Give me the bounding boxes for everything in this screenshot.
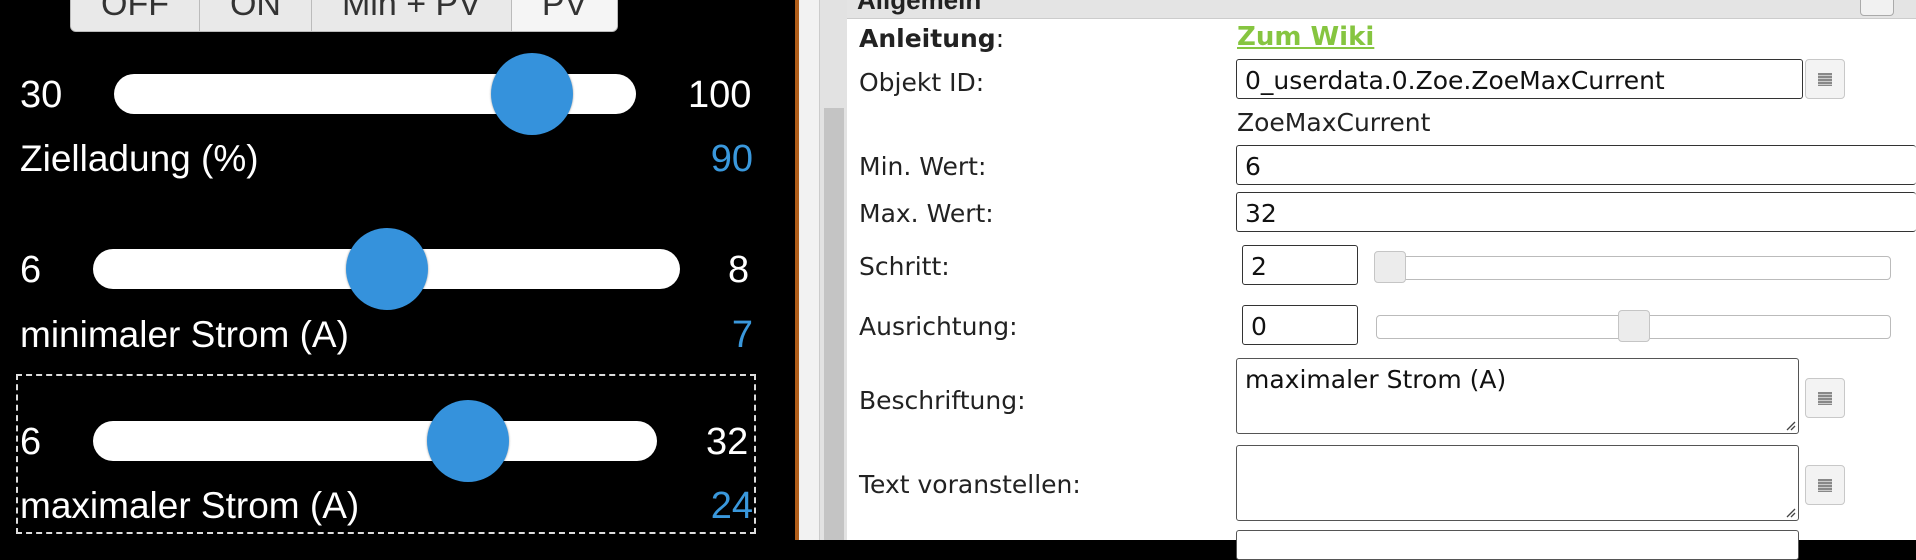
- caption-picker-button[interactable]: [1805, 378, 1845, 418]
- caption-label: Beschriftung:: [859, 386, 1026, 415]
- section-title: Allgemein: [857, 0, 982, 15]
- mode-button-group: OFF ON Min + PV PV: [70, 0, 619, 32]
- anleitung-label: Anleitung: [859, 24, 996, 53]
- next-field-input[interactable]: [1236, 530, 1799, 560]
- mode-button-min-pv[interactable]: Min + PV: [311, 0, 512, 31]
- slider-1-value: 90: [710, 138, 753, 180]
- slider-1-min: 30: [20, 74, 63, 116]
- min-label: Min. Wert:: [859, 152, 987, 181]
- slider-1-label: Zielladung (%): [20, 138, 259, 179]
- max-label: Max. Wert:: [859, 199, 994, 228]
- objekt-id-label: Objekt ID:: [859, 68, 985, 97]
- id-picker-icon: [1818, 73, 1832, 86]
- caption-picker-icon: [1818, 392, 1832, 405]
- id-picker-button[interactable]: [1805, 59, 1845, 99]
- step-input[interactable]: 2: [1242, 245, 1358, 285]
- slider-1-max: 100: [688, 74, 752, 116]
- prepend-picker-button[interactable]: [1805, 465, 1845, 505]
- resize-grip-icon[interactable]: [1784, 419, 1796, 431]
- step-slider-track[interactable]: [1374, 256, 1891, 280]
- caption-textarea[interactable]: maximaler Strom (A): [1236, 358, 1799, 434]
- objekt-id-input[interactable]: 0_userdata.0.Zoe.ZoeMaxCurrent: [1236, 59, 1803, 99]
- orientation-slider-handle[interactable]: [1617, 310, 1650, 342]
- prepend-picker-icon: [1818, 479, 1832, 492]
- orientation-input[interactable]: 0: [1242, 305, 1358, 345]
- wiki-link[interactable]: Zum Wiki: [1237, 22, 1374, 52]
- resize-grip-icon[interactable]: [1784, 506, 1796, 518]
- anleitung-row: Anleitung:: [859, 24, 1004, 53]
- slider-2-min: 6: [20, 249, 42, 291]
- slider-3-thumb[interactable]: [426, 400, 509, 482]
- prepend-label: Text voranstellen:: [859, 470, 1081, 499]
- caption-text: maximaler Strom (A): [1245, 365, 1507, 394]
- widget-preview: OFF ON Min + PV PV 30 100 Zielladung (%)…: [0, 0, 795, 540]
- slider-2-max: 8: [728, 249, 750, 291]
- slider-1-thumb[interactable]: [491, 53, 574, 135]
- slider-2-thumb[interactable]: [345, 228, 428, 310]
- max-input[interactable]: 32: [1236, 192, 1916, 232]
- panel-gap: [799, 0, 819, 540]
- slider-3-min: 6: [20, 421, 42, 463]
- section-header[interactable]: Allgemein: [847, 0, 1916, 19]
- scrollbar-thumb[interactable]: [824, 108, 844, 540]
- slider-3-label: maximaler Strom (A): [20, 485, 360, 526]
- slider-3-track[interactable]: [93, 421, 657, 461]
- prepend-textarea[interactable]: [1236, 445, 1799, 521]
- step-slider-handle[interactable]: [1374, 251, 1406, 283]
- mode-button-pv[interactable]: PV: [511, 0, 618, 31]
- anleitung-colon: :: [995, 24, 1005, 53]
- orientation-label: Ausrichtung:: [859, 312, 1018, 341]
- objekt-id-name: ZoeMaxCurrent: [1237, 108, 1431, 137]
- step-label: Schritt:: [859, 252, 950, 281]
- min-input[interactable]: 6: [1236, 145, 1916, 185]
- slider-3-max: 32: [706, 421, 749, 463]
- slider-2-value: 7: [731, 314, 753, 356]
- slider-3-value: 24: [710, 485, 753, 527]
- mode-button-off[interactable]: OFF: [71, 0, 200, 31]
- mode-button-on[interactable]: ON: [199, 0, 312, 31]
- slider-2-label: minimaler Strom (A): [20, 314, 349, 355]
- collapse-button[interactable]: [1860, 0, 1894, 16]
